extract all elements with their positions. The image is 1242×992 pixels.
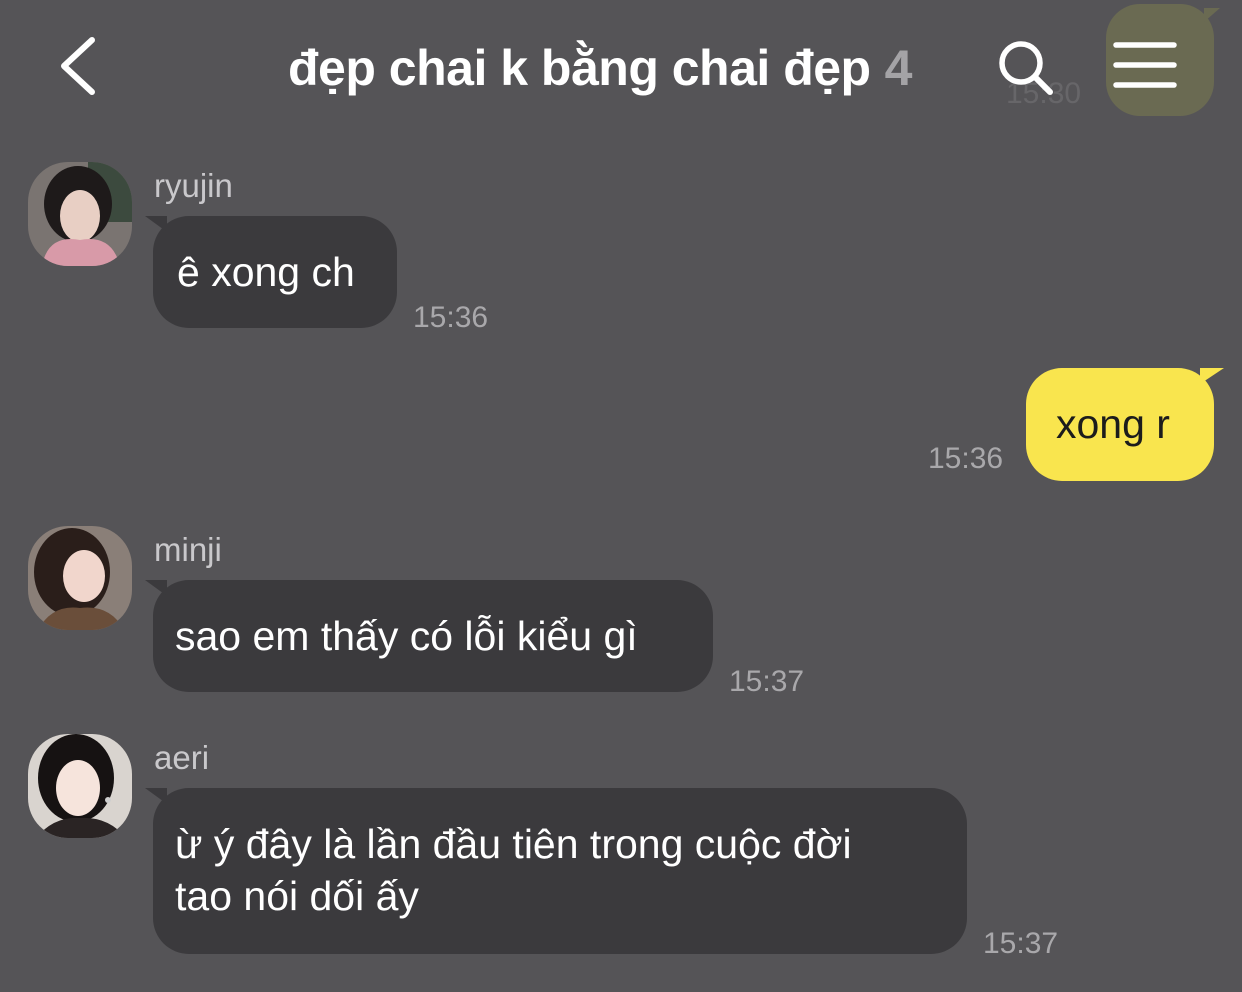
- chat-screen: 15:30 đẹp chai k bằng chai đẹp 4 ryujin …: [0, 0, 1242, 992]
- message-time: 15:36: [413, 301, 489, 334]
- avatar-aeri[interactable]: [28, 734, 132, 838]
- chat-title: đẹp chai k bằng chai đẹp 4: [288, 36, 912, 100]
- message-text-line: tao nói dối ấy: [175, 873, 419, 919]
- menu-icon: [1113, 42, 1177, 88]
- sender-name: ryujin: [154, 167, 233, 204]
- member-count: 4: [884, 40, 913, 96]
- message-bubble[interactable]: ê xong ch: [145, 216, 397, 328]
- chevron-left-icon: [61, 37, 95, 95]
- message-bubble[interactable]: sao em thấy có lỗi kiểu gì: [145, 580, 713, 692]
- message-bubble[interactable]: ừ ý đây là lần đầu tiên trong cuộc đời t…: [145, 788, 967, 954]
- message-text: xong r: [1056, 401, 1170, 447]
- message-text: sao em thấy có lỗi kiểu gì: [175, 613, 638, 659]
- back-button[interactable]: [52, 30, 112, 100]
- sender-name: minji: [154, 531, 222, 568]
- message-time: 15:37: [729, 665, 805, 698]
- search-button[interactable]: [994, 36, 1058, 100]
- my-message-bubble[interactable]: xong r: [1026, 368, 1224, 481]
- chat-title-text: đẹp chai k bằng chai đẹp: [288, 40, 871, 96]
- avatar-ryujin[interactable]: [28, 162, 132, 266]
- avatar-minji[interactable]: [28, 526, 132, 630]
- message-text: ê xong ch: [177, 249, 355, 295]
- menu-button[interactable]: [1110, 36, 1180, 96]
- message-text-line: ừ ý đây là lần đầu tiên trong cuộc đời: [175, 821, 852, 867]
- message-time: 15:36: [928, 442, 1004, 475]
- search-icon: [999, 41, 1053, 95]
- message-time: 15:37: [983, 927, 1059, 960]
- sender-name: aeri: [154, 739, 210, 776]
